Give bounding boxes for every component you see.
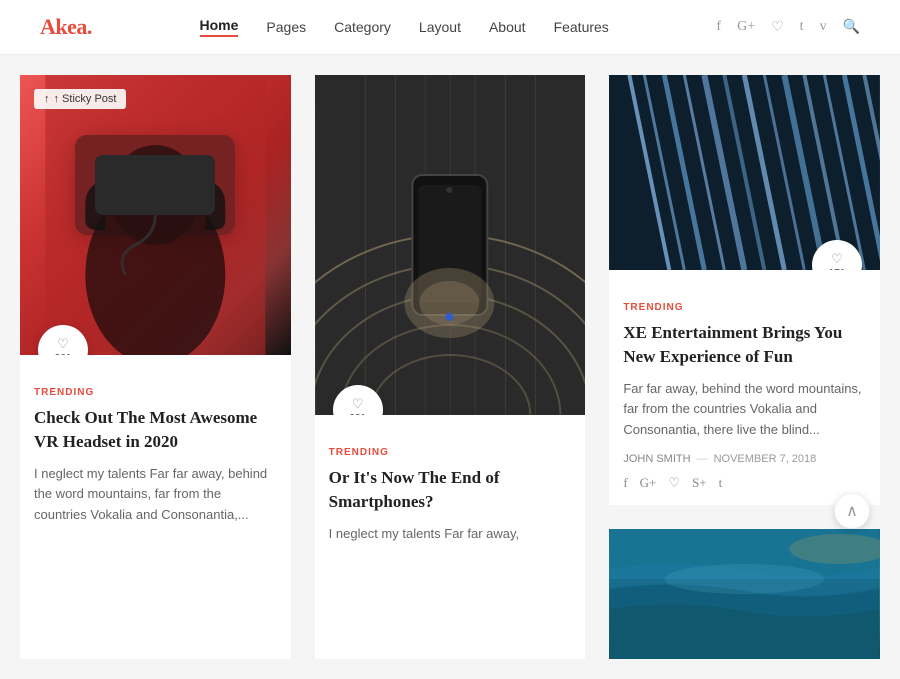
main-nav: Home Pages Category Layout About Feature…: [200, 17, 609, 37]
nav-pages[interactable]: Pages: [266, 19, 306, 35]
pinterest-icon[interactable]: ♡: [771, 19, 784, 36]
heart-icon: ♡: [57, 336, 69, 352]
card-excerpt-lines: Far far away, behind the word mountains,…: [623, 379, 866, 441]
card-lines: ♡ 171 TRENDING XE Entertainment Brings Y…: [609, 75, 880, 505]
card-vr: ↑ ↑ Sticky Post ♡ 261 TRENDING Check Out…: [20, 75, 291, 659]
social-twitter[interactable]: t: [719, 475, 723, 491]
phone-illustration: [315, 75, 586, 415]
card-date: NOVEMBER 7, 2018: [714, 453, 817, 465]
vimeo-icon[interactable]: v: [820, 19, 827, 35]
ocean-illustration: [609, 529, 880, 659]
cards-grid: ↑ ↑ Sticky Post ♡ 261 TRENDING Check Out…: [20, 75, 880, 659]
facebook-icon[interactable]: f: [716, 19, 721, 35]
card-title-phone: Or It's Now The End of Smartphones?: [329, 466, 572, 514]
card-ocean-image: [609, 529, 880, 659]
heart-icon-lines: ♡: [831, 251, 843, 267]
social-stumble[interactable]: S+: [692, 475, 707, 491]
nav-features[interactable]: Features: [554, 19, 609, 35]
col-right: ♡ 171 TRENDING XE Entertainment Brings Y…: [609, 75, 880, 659]
trending-label-vr: TRENDING: [34, 387, 277, 398]
site-header: Akea. Home Pages Category Layout About F…: [0, 0, 900, 55]
logo-text: Akea: [40, 14, 87, 39]
nav-home[interactable]: Home: [200, 17, 239, 37]
card-lines-image-wrap: ♡ 171: [609, 75, 880, 270]
card-meta-lines: JOHN SMITH — NOVEMBER 7, 2018: [623, 453, 866, 465]
like-count-vr: 261: [55, 353, 72, 355]
card-phone: ♡ 321 TRENDING Or It's Now The End of Sm…: [315, 75, 586, 659]
card-lines-body: TRENDING XE Entertainment Brings You New…: [609, 270, 880, 505]
search-icon[interactable]: 🔍: [843, 19, 860, 36]
vr-illustration: [20, 75, 291, 355]
card-title-vr: Check Out The Most Awesome VR Headset in…: [34, 406, 277, 454]
card-excerpt-vr: I neglect my talents Far far away, behin…: [34, 464, 277, 526]
sticky-icon: ↑: [44, 93, 50, 105]
nav-about[interactable]: About: [489, 19, 526, 35]
site-logo[interactable]: Akea.: [40, 14, 92, 40]
card-vr-body: TRENDING Check Out The Most Awesome VR H…: [20, 355, 291, 552]
meta-dash: —: [697, 453, 708, 465]
like-count-lines: 171: [829, 268, 846, 270]
header-icons: f G+ ♡ t v 🔍: [716, 19, 860, 36]
like-count-phone: 321: [349, 413, 366, 415]
card-ocean: [609, 529, 880, 659]
card-social-lines: f G+ ♡ S+ t: [623, 475, 866, 491]
sticky-label: ↑ Sticky Post: [54, 93, 117, 105]
main-content: ↑ ↑ Sticky Post ♡ 261 TRENDING Check Out…: [0, 55, 900, 679]
trending-label-phone: TRENDING: [329, 447, 572, 458]
google-plus-icon[interactable]: G+: [737, 19, 755, 35]
card-vr-image-wrap: ↑ ↑ Sticky Post ♡ 261: [20, 75, 291, 355]
card-author: JOHN SMITH: [623, 453, 690, 465]
heart-icon-phone: ♡: [352, 396, 364, 412]
logo-dot: .: [87, 14, 92, 39]
card-phone-body: TRENDING Or It's Now The End of Smartpho…: [315, 415, 586, 570]
twitter-icon[interactable]: t: [800, 19, 804, 35]
sticky-badge: ↑ ↑ Sticky Post: [34, 89, 126, 109]
card-excerpt-phone: I neglect my talents Far far away,: [329, 524, 572, 545]
card-title-lines: XE Entertainment Brings You New Experien…: [623, 321, 866, 369]
nav-layout[interactable]: Layout: [419, 19, 461, 35]
card-phone-image-wrap: ♡ 321: [315, 75, 586, 415]
chevron-up-icon: ∧: [846, 501, 858, 521]
scroll-to-top-button[interactable]: ∧: [834, 493, 870, 529]
card-phone-image: [315, 75, 586, 415]
nav-category[interactable]: Category: [334, 19, 391, 35]
social-google-plus[interactable]: G+: [640, 475, 657, 491]
social-pinterest[interactable]: ♡: [668, 475, 680, 491]
social-facebook[interactable]: f: [623, 475, 627, 491]
trending-label-lines: TRENDING: [623, 302, 866, 313]
card-vr-image: [20, 75, 291, 355]
